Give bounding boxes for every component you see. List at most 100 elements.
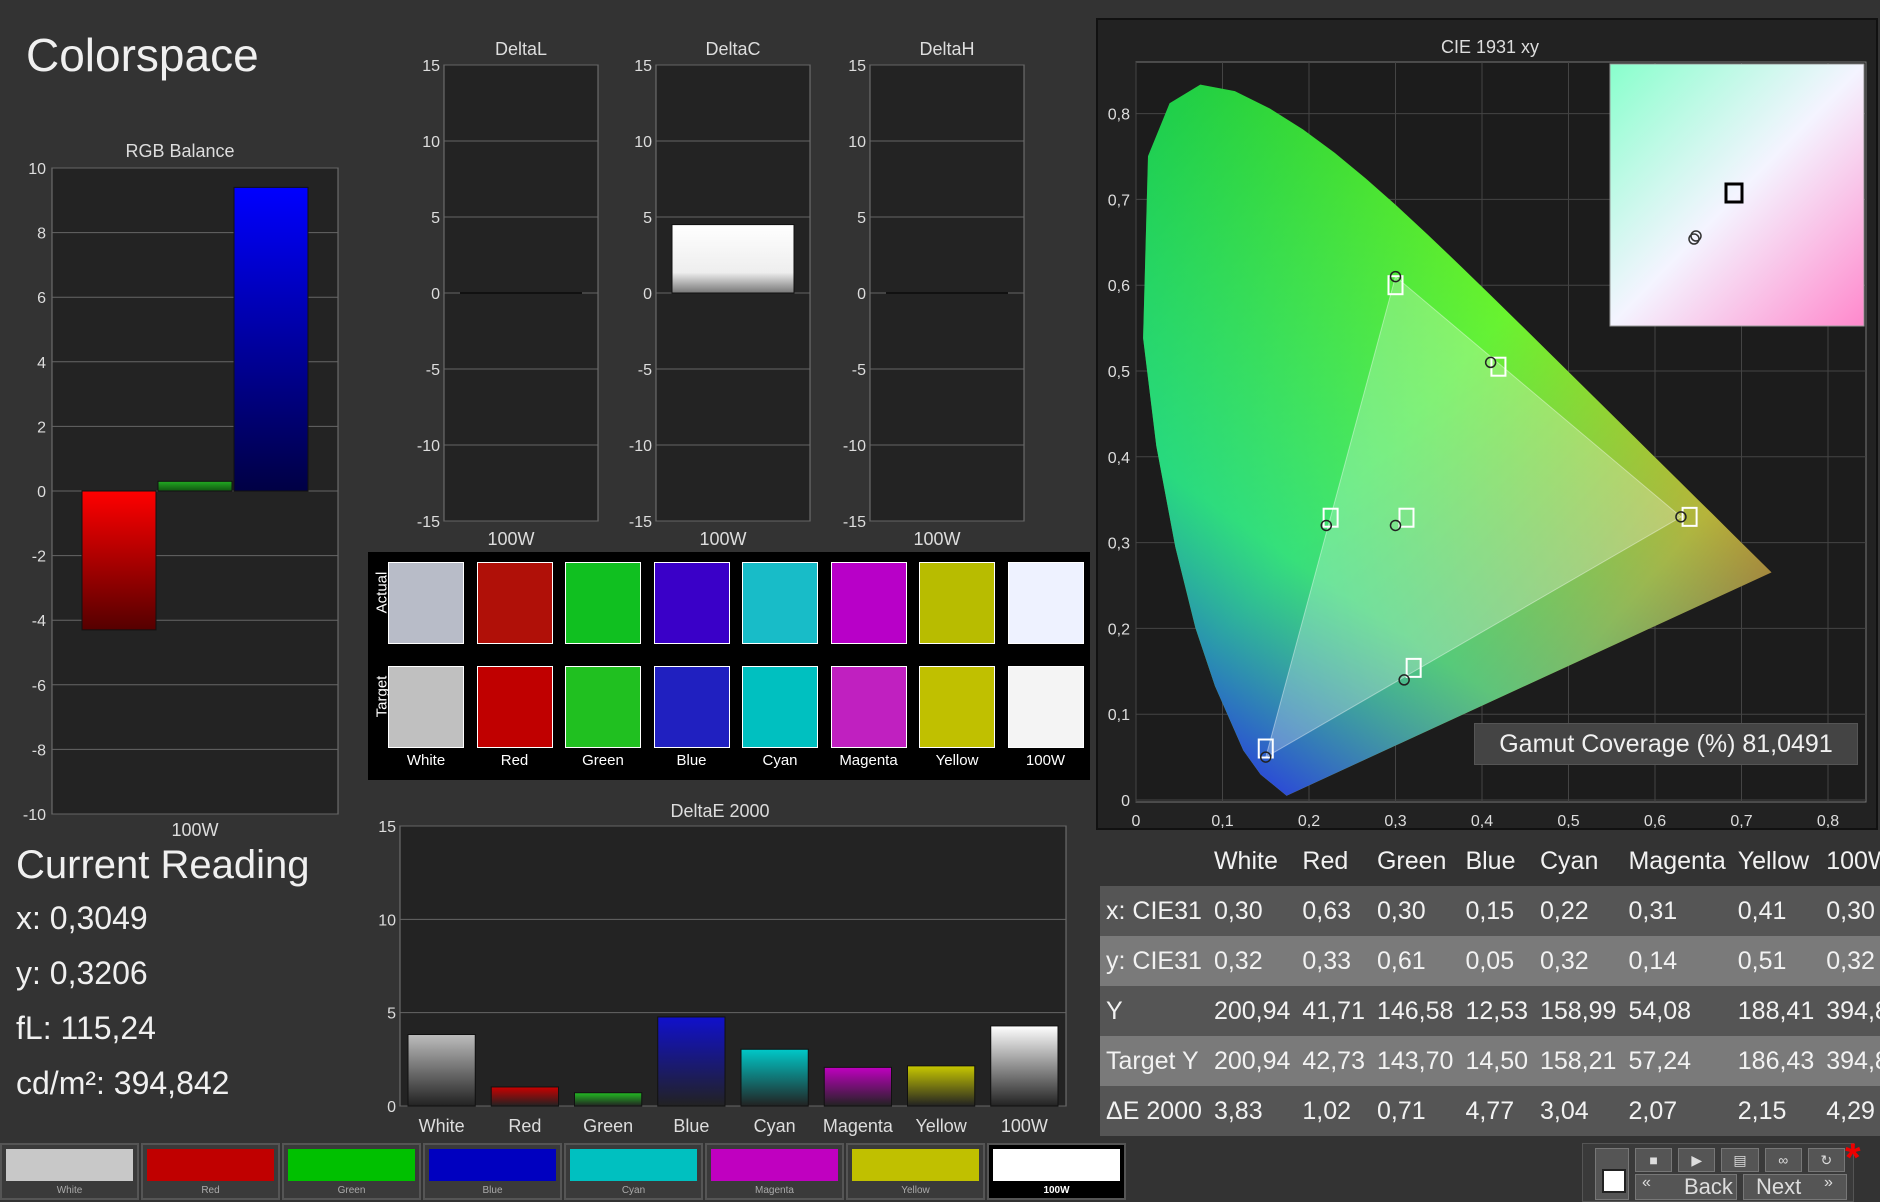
y-tick-label: -5 bbox=[426, 362, 440, 379]
target-swatch bbox=[476, 666, 553, 748]
y-tick-label: 10 bbox=[422, 134, 440, 151]
rgb-bar bbox=[81, 490, 157, 631]
bottom-swatch-white[interactable]: White bbox=[0, 1143, 139, 1200]
deltae-title: DeltaE 2000 bbox=[670, 801, 769, 821]
current-reading-panel: Current Reading x: 0,3049 y: 0,3206 fL: … bbox=[16, 843, 310, 1102]
x-tick-label: 0,3 bbox=[1384, 813, 1406, 828]
next-button[interactable]: Next » bbox=[1743, 1174, 1847, 1200]
swatch-fill bbox=[993, 1149, 1120, 1181]
y-tick-label: 10 bbox=[634, 134, 652, 151]
save-icon[interactable]: ▤ bbox=[1721, 1148, 1759, 1172]
bottom-swatch-green[interactable]: Green bbox=[282, 1143, 421, 1200]
table-cell: ΔE 2000 bbox=[1100, 1086, 1208, 1136]
y-tick-label: 5 bbox=[387, 1006, 396, 1023]
y-tick-label: 8 bbox=[37, 226, 46, 243]
cie-1931-chart: CIE 1931 xy 0 0,1 0,2 0,3 0,4 0,5 0,6 0,7 0,8 0 0,… bbox=[1108, 37, 1867, 828]
table-cell: 394,84 bbox=[1820, 1036, 1880, 1086]
target-swatch bbox=[1007, 666, 1084, 748]
bottom-swatch-cyan[interactable]: Cyan bbox=[564, 1143, 703, 1200]
y-tick-label: -10 bbox=[23, 807, 46, 824]
deltae-2000-chart: DeltaE 2000 15 10 5 0 White Red Green Blue Cyan… bbox=[378, 801, 1067, 1136]
table-cell: 0,61 bbox=[1370, 936, 1460, 986]
swatch-label: White bbox=[56, 1185, 83, 1196]
loop-icon[interactable]: ∞ bbox=[1764, 1148, 1802, 1172]
target-swatch bbox=[830, 666, 907, 748]
table-cell: 0,51 bbox=[1731, 936, 1821, 986]
table-cell: 4,77 bbox=[1459, 1086, 1534, 1136]
table-cell: 0,14 bbox=[1622, 936, 1732, 986]
square-stop-icon[interactable]: ■ bbox=[1635, 1148, 1673, 1172]
playback-controls: ■ ▶ ▤ ∞ ↻ bbox=[1635, 1148, 1846, 1172]
table-cell: 0,32 bbox=[1534, 936, 1623, 986]
y-tick-label: 15 bbox=[634, 58, 652, 75]
table-cell: 0,32 bbox=[1820, 936, 1880, 986]
y-tick-label: 5 bbox=[643, 210, 652, 227]
stop-icon[interactable] bbox=[1595, 1148, 1629, 1200]
white-point-inset bbox=[1609, 63, 1865, 327]
table-cell: 2,07 bbox=[1622, 1086, 1732, 1136]
bottom-swatch-red[interactable]: Red bbox=[141, 1143, 280, 1200]
y-tick-label: -6 bbox=[32, 678, 46, 695]
swatch-fill bbox=[570, 1149, 697, 1181]
table-cell: y: CIE31 bbox=[1100, 936, 1208, 986]
back-button[interactable]: « Back bbox=[1635, 1174, 1737, 1200]
deltae-bar bbox=[990, 1025, 1059, 1107]
table-cell: 188,41 bbox=[1731, 986, 1821, 1036]
x-tick-label: 0,7 bbox=[1730, 813, 1752, 828]
bottom-swatch-100w[interactable]: 100W bbox=[987, 1143, 1126, 1200]
swatch-label: Yellow bbox=[901, 1185, 930, 1196]
asterisk-icon[interactable]: * bbox=[1845, 1136, 1861, 1181]
delta-bar bbox=[671, 224, 795, 294]
x-tick-label: 0,1 bbox=[1211, 813, 1233, 828]
rgb-balance-chart: RGB Balance 10 8 6 4 2 0 -2 -4 -6 -8 -10 100W bbox=[23, 141, 339, 840]
swatch-fill bbox=[6, 1149, 133, 1181]
deltae-bar bbox=[657, 1016, 726, 1107]
rgb-balance-category-label: 100W bbox=[171, 820, 218, 840]
y-tick-label: 2 bbox=[37, 419, 46, 436]
table-cell: 12,53 bbox=[1459, 986, 1534, 1036]
table-cell: 3,83 bbox=[1207, 1086, 1297, 1136]
table-cell: 0,22 bbox=[1534, 886, 1623, 936]
refresh-icon[interactable]: ↻ bbox=[1807, 1148, 1846, 1172]
table-cell: 146,58 bbox=[1370, 986, 1460, 1036]
table-cell: 14,50 bbox=[1459, 1036, 1534, 1086]
x-tick-label: 0,2 bbox=[1298, 813, 1320, 828]
target-swatch bbox=[388, 666, 464, 748]
swatch-fill bbox=[288, 1149, 415, 1181]
deltae-bar bbox=[740, 1048, 809, 1107]
current-reading-title: Current Reading bbox=[16, 843, 310, 887]
bottom-swatch-magenta[interactable]: Magenta bbox=[705, 1143, 844, 1200]
table-cell: Y bbox=[1100, 986, 1208, 1036]
table-header-cell: Cyan bbox=[1534, 836, 1623, 886]
y-tick-label: 6 bbox=[37, 290, 46, 307]
table-header-cell: Yellow bbox=[1731, 836, 1821, 886]
play-icon[interactable]: ▶ bbox=[1678, 1148, 1716, 1172]
y-tick-label: -10 bbox=[629, 438, 652, 455]
delta-lch-charts: DeltaL 15 10 5 0 -5 -10 -15 100W DeltaC 15 10 5 0 -5 -1… bbox=[417, 39, 1025, 545]
swatch-label: Green bbox=[582, 752, 624, 769]
table-cell: 158,99 bbox=[1534, 986, 1623, 1036]
y-tick-label: -10 bbox=[843, 438, 866, 455]
deltae-bar bbox=[907, 1065, 976, 1107]
table-cell: 42,73 bbox=[1296, 1036, 1371, 1086]
y-tick-label: 15 bbox=[378, 819, 396, 836]
bottom-swatch-yellow[interactable]: Yellow bbox=[846, 1143, 985, 1200]
table-cell: 0,41 bbox=[1731, 886, 1821, 936]
y-tick-label: 0 bbox=[387, 1099, 396, 1116]
table-cell: 57,24 bbox=[1622, 1036, 1732, 1086]
y-tick-label: 0,1 bbox=[1108, 707, 1130, 724]
y-tick-label: 10 bbox=[28, 161, 46, 178]
target-swatch bbox=[653, 666, 730, 748]
y-tick-label: 0 bbox=[37, 484, 46, 501]
deltae-bar bbox=[823, 1066, 892, 1107]
table-cell: 3,04 bbox=[1534, 1086, 1623, 1136]
reading-x: x: 0,3049 bbox=[16, 900, 148, 936]
back-label: Back bbox=[1684, 1174, 1733, 1199]
bottom-swatch-blue[interactable]: Blue bbox=[423, 1143, 562, 1200]
delta-chart-title: DeltaL bbox=[495, 39, 547, 59]
page-title: Colorspace bbox=[26, 29, 259, 81]
y-tick-label: -15 bbox=[629, 514, 652, 531]
deltae-plot-area bbox=[399, 825, 1067, 1107]
swatch-fill bbox=[429, 1149, 556, 1181]
y-tick-label: 0 bbox=[857, 286, 866, 303]
